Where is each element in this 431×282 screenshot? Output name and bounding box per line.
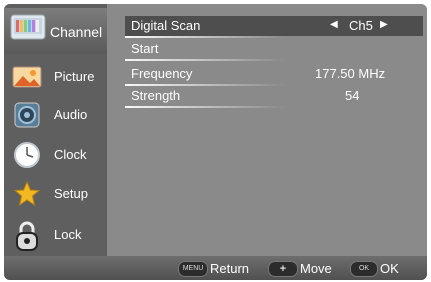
- sidebar-item-label: Setup: [54, 186, 88, 201]
- start-label: Start: [131, 41, 159, 56]
- digital-scan-value: Ch5: [349, 18, 373, 33]
- return-hint: Return: [210, 261, 250, 276]
- channel-settings-panel: Digital Scan ◀ Ch5 ▶ Start Frequency 177…: [107, 4, 427, 256]
- frequency-value: 177.50 MHz: [315, 66, 386, 81]
- move-key-icon: +: [268, 261, 298, 277]
- sidebar: Channel Picture Audio Clock Setup Lock: [4, 4, 107, 256]
- tv-menu-screen: Channel Picture Audio Clock Setup Lock D…: [4, 4, 427, 280]
- sidebar-item-clock[interactable]: Clock: [4, 136, 107, 174]
- row-underline: [125, 106, 285, 108]
- sidebar-item-label: Lock: [54, 227, 82, 242]
- sidebar-item-picture[interactable]: Picture: [4, 58, 107, 96]
- row-underline: [125, 59, 285, 61]
- sidebar-item-setup[interactable]: Setup: [4, 175, 107, 213]
- picture-icon: [12, 62, 42, 92]
- arrow-right-icon[interactable]: ▶: [380, 19, 388, 30]
- row-underline: [125, 36, 285, 38]
- sidebar-item-channel[interactable]: Channel: [4, 8, 107, 54]
- arrow-left-icon[interactable]: ◀: [330, 19, 338, 30]
- frequency-label: Frequency: [131, 66, 193, 81]
- speaker-icon: [12, 100, 42, 130]
- strength-label: Strength: [131, 88, 181, 103]
- tv-icon: [10, 14, 46, 42]
- sidebar-item-lock[interactable]: Lock: [4, 216, 107, 254]
- footer-hint-bar: MENU Return + Move OK OK: [4, 256, 427, 280]
- strength-row: Strength 54: [125, 86, 423, 108]
- digital-scan-row[interactable]: Digital Scan ◀ Ch5 ▶: [125, 16, 423, 38]
- digital-scan-label: Digital Scan: [131, 18, 201, 33]
- clock-icon: [12, 140, 42, 170]
- sidebar-item-audio[interactable]: Audio: [4, 96, 107, 134]
- star-icon: [12, 179, 42, 209]
- frequency-row: Frequency 177.50 MHz: [125, 64, 423, 86]
- move-hint: Move: [300, 261, 332, 276]
- menu-key-icon: MENU: [178, 261, 208, 277]
- sidebar-item-label: Audio: [54, 107, 88, 122]
- start-row[interactable]: Start: [125, 39, 423, 61]
- padlock-icon: [12, 220, 42, 251]
- ok-key-icon: OK: [350, 261, 378, 277]
- sidebar-item-label: Picture: [54, 69, 95, 84]
- sidebar-item-label: Clock: [54, 147, 87, 162]
- ok-hint: OK: [380, 261, 399, 276]
- sidebar-item-label: Channel: [50, 24, 103, 40]
- strength-value: 54: [345, 88, 360, 103]
